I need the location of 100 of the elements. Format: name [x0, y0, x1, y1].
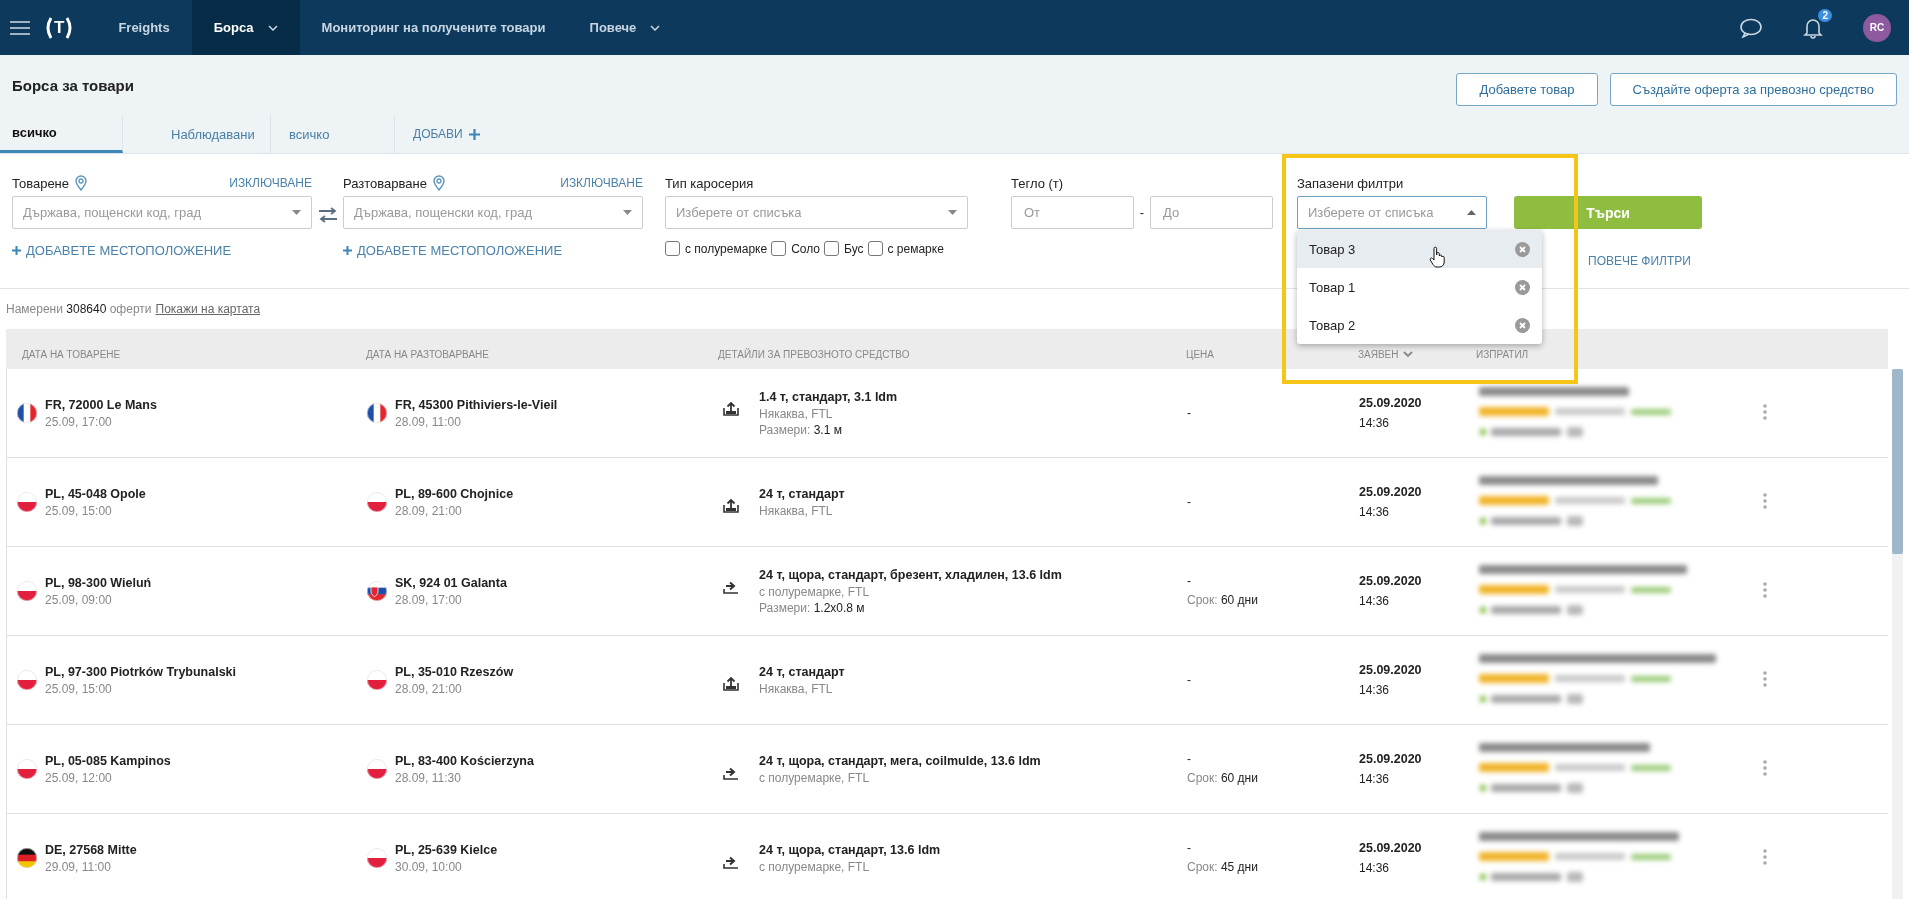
- checkbox[interactable]: [824, 241, 839, 256]
- price: -: [1187, 493, 1192, 511]
- bell-icon[interactable]: [1803, 16, 1823, 39]
- flag-icon: [367, 403, 387, 423]
- weight-to-field[interactable]: До: [1150, 196, 1273, 229]
- flag-icon: [367, 670, 387, 690]
- remove-icon[interactable]: [1515, 317, 1530, 333]
- page-title: Борса за товари: [12, 77, 134, 94]
- avatar[interactable]: RC: [1863, 13, 1891, 42]
- body-type-select[interactable]: Изберете от списъка: [665, 196, 968, 229]
- posted-date: 25.09.2020: [1359, 394, 1423, 412]
- chat-icon[interactable]: [1739, 17, 1763, 38]
- column-header[interactable]: ЦЕНА: [1186, 348, 1214, 360]
- more-options-icon[interactable]: [1763, 759, 1767, 776]
- nav-item[interactable]: Повече: [567, 0, 683, 55]
- tab[interactable]: всичко: [271, 115, 395, 153]
- date-time: 28.09, 21:00: [395, 681, 463, 696]
- saved-filters-select[interactable]: Изберете от списъка: [1297, 196, 1487, 229]
- upload-icon: [723, 676, 739, 691]
- column-header[interactable]: ИЗПРАТИЛ: [1476, 348, 1529, 360]
- column-header[interactable]: ДЕТАЙЛИ ЗА ПРЕВОЗНОТО СРЕДСТВО: [718, 348, 910, 360]
- posted-time: 14:36: [1359, 859, 1391, 877]
- tab[interactable]: Наблюдавани: [123, 115, 271, 153]
- price: -: [1187, 404, 1192, 422]
- column-header[interactable]: ДАТА НА РАЗТОВАРВАНЕ: [366, 348, 489, 360]
- saved-filter-option[interactable]: Товар 3: [1297, 230, 1542, 268]
- more-options-icon[interactable]: [1763, 492, 1767, 509]
- remove-icon[interactable]: [1515, 279, 1530, 295]
- vehicle-type: Някаква, FTL: [759, 503, 834, 518]
- price: -: [1187, 671, 1192, 689]
- location-field[interactable]: Държава, пощенски код, град: [12, 196, 312, 229]
- hand-cursor-icon: [1429, 246, 1445, 268]
- range-separator: -: [1138, 205, 1146, 220]
- date-time: 28.09, 21:00: [395, 503, 463, 518]
- exclude-link[interactable]: ИЗКЛЮЧВАНЕ: [560, 176, 643, 190]
- tab[interactable]: всичко: [0, 115, 123, 153]
- add-tab-button[interactable]: ДОБАВИ: [395, 115, 492, 153]
- flag-icon: [367, 759, 387, 779]
- more-options-icon[interactable]: [1763, 670, 1767, 687]
- flag-icon: [17, 759, 37, 779]
- vehicle-title: 24 т, щора, стандарт, мега, coilmulde, 13.6 ldm: [759, 753, 1041, 768]
- filter-label: Разтоварване: [343, 175, 427, 191]
- nav-item[interactable]: Freights: [96, 0, 192, 55]
- place-name: PL, 25-639 Kielce: [395, 842, 498, 857]
- date-time: 25.09, 15:00: [45, 503, 113, 518]
- action-button[interactable]: Добавете товар: [1456, 73, 1598, 106]
- remove-icon[interactable]: [1515, 241, 1530, 257]
- side-load-icon: [723, 579, 739, 594]
- checkbox[interactable]: [867, 241, 883, 256]
- posted-date: 25.09.2020: [1359, 750, 1423, 768]
- search-button[interactable]: Търси: [1514, 196, 1702, 229]
- date-time: 29.09, 11:00: [45, 859, 112, 874]
- caret-down-icon: [948, 210, 957, 215]
- upload-icon: [723, 401, 739, 416]
- flag-icon: [17, 848, 37, 868]
- filter-label: Тип каросерия: [665, 175, 754, 191]
- swap-icon[interactable]: [318, 207, 338, 223]
- flag-icon: [17, 403, 37, 423]
- logo[interactable]: T: [44, 16, 75, 39]
- checkbox[interactable]: [771, 241, 787, 256]
- more-options-icon[interactable]: [1763, 403, 1767, 420]
- checkbox-label: Соло: [791, 241, 820, 256]
- more-options-icon[interactable]: [1763, 848, 1767, 865]
- nav-item[interactable]: Мониторинг на получените товари: [299, 0, 568, 55]
- location-field[interactable]: Държава, пощенски код, град: [343, 196, 643, 229]
- plus-icon: [12, 246, 21, 255]
- place-name: DE, 27568 Mitte: [45, 842, 137, 857]
- add-location-link[interactable]: ДОБАВЕТЕ МЕСТОПОЛОЖЕНИЕ: [12, 243, 312, 258]
- nav-item[interactable]: Борса: [191, 0, 300, 55]
- flag-icon: [17, 581, 37, 601]
- flag-icon: [367, 848, 387, 868]
- more-filters-link[interactable]: ПОВЕЧЕ ФИЛТРИ: [1588, 254, 1691, 268]
- weight-from-field[interactable]: От: [1011, 196, 1134, 229]
- price: -: [1187, 840, 1192, 857]
- flag-icon: [17, 492, 37, 512]
- exclude-link[interactable]: ИЗКЛЮЧВАНЕ: [229, 176, 312, 190]
- checkbox[interactable]: [665, 241, 680, 256]
- date-time: 25.09, 12:00: [45, 770, 113, 785]
- add-location-link[interactable]: ДОБАВЕТЕ МЕСТОПОЛОЖЕНИЕ: [343, 243, 643, 258]
- map-link[interactable]: Покажи на картата: [155, 302, 261, 316]
- more-options-icon[interactable]: [1763, 581, 1767, 598]
- scrollbar[interactable]: [1892, 369, 1903, 899]
- action-button[interactable]: Създайте оферта за превозно средство: [1609, 73, 1897, 106]
- column-header[interactable]: ДАТА НА ТОВАРЕНЕ: [22, 348, 121, 360]
- date-time: 28.09, 11:00: [395, 414, 462, 429]
- column-header[interactable]: ЗАЯВЕН: [1358, 348, 1399, 360]
- menu-icon[interactable]: [10, 20, 30, 35]
- caret-down-icon: [292, 210, 301, 215]
- date-time: 28.09, 17:00: [395, 592, 463, 607]
- location-pin-icon: [432, 175, 445, 191]
- date-time: 28.09, 11:30: [395, 770, 462, 785]
- flag-icon: [367, 492, 387, 512]
- vehicle-title: 24 т, стандарт: [759, 664, 845, 679]
- sort-icon[interactable]: [1402, 350, 1413, 358]
- saved-filter-option[interactable]: Товар 2: [1297, 306, 1542, 344]
- payment-term: Срок: 60 дни: [1187, 592, 1259, 609]
- flag-icon: [367, 581, 387, 601]
- filter-label: Запазени филтри: [1297, 175, 1404, 191]
- saved-filter-option[interactable]: Товар 1: [1297, 268, 1542, 306]
- flag-icon: [17, 670, 37, 690]
